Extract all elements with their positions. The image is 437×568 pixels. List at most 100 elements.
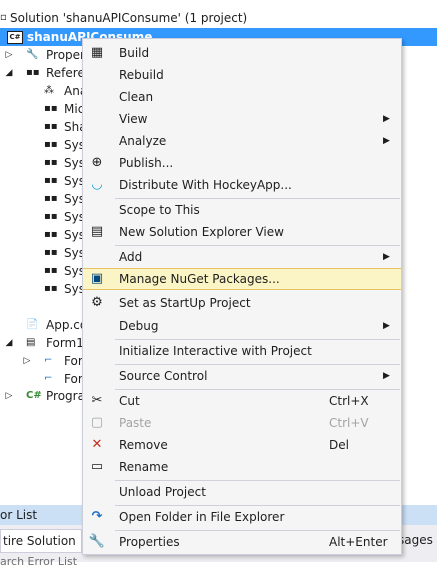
- analyzer-icon: ⁂: [44, 85, 54, 96]
- submenu-arrow-icon: ▶: [383, 371, 390, 381]
- submenu-arrow-icon: ▶: [383, 136, 390, 146]
- assembly-icon: ▪▪: [44, 175, 58, 186]
- assembly-icon: ▪▪: [44, 211, 58, 222]
- tree-reference-item[interactable]: ⁂ Ana: [0, 82, 87, 100]
- scope-filter-dropdown[interactable]: tire Solution: [0, 529, 82, 553]
- menu-item-label: Distribute With HockeyApp...: [119, 178, 292, 192]
- menu-item-label: Build: [119, 46, 150, 60]
- menu-item-distribute-hockeyapp[interactable]: ◡ Distribute With HockeyApp...: [83, 174, 401, 196]
- expand-arrow-icon[interactable]: ▷: [4, 46, 14, 64]
- tree-properties-row[interactable]: ▷ 🔧 Proper: [0, 46, 85, 64]
- tree-reference-item[interactable]: ▪▪ Sha: [0, 118, 87, 136]
- tree-program-row[interactable]: ▷ C# Progra: [0, 387, 85, 405]
- wrench-icon: 🔧: [88, 534, 106, 549]
- form1-child-label: For: [64, 354, 83, 368]
- menu-item-source-control[interactable]: Source Control ▶: [83, 365, 401, 387]
- solution-icon: ▫: [0, 12, 7, 23]
- form1-label: Form1: [46, 336, 84, 350]
- tree-reference-item[interactable]: ▪▪ Sys: [0, 136, 85, 154]
- menu-item-label: Clean: [119, 90, 154, 104]
- menu-item-new-solution-explorer-view[interactable]: ▤ New Solution Explorer View: [83, 221, 401, 243]
- menu-item-rebuild[interactable]: Rebuild: [83, 64, 401, 86]
- menu-item-open-folder[interactable]: ↷ Open Folder in File Explorer: [83, 506, 401, 528]
- menu-item-add[interactable]: Add ▶: [83, 246, 401, 268]
- collapse-arrow-icon[interactable]: ◢: [4, 334, 14, 352]
- remove-icon: ✕: [91, 437, 103, 452]
- expand-arrow-icon[interactable]: ▷: [4, 387, 14, 405]
- tree-reference-item[interactable]: ▪▪ Sys: [0, 226, 85, 244]
- tree-reference-item[interactable]: ▪▪ Sys: [0, 190, 85, 208]
- menu-item-build[interactable]: ▦ Build: [83, 42, 401, 64]
- menu-item-properties[interactable]: 🔧 Properties Alt+Enter: [83, 531, 401, 553]
- menu-item-label: Remove: [119, 438, 168, 452]
- paste-icon: ▢: [90, 415, 104, 430]
- tree-reference-item[interactable]: ▪▪ Sys: [0, 244, 85, 262]
- menu-item-remove[interactable]: ✕ Remove Del: [83, 434, 401, 456]
- menu-item-shortcut: Del: [329, 438, 349, 452]
- menu-item-label: Source Control: [119, 369, 208, 383]
- menu-item-set-startup[interactable]: ⚙ Set as StartUp Project: [83, 292, 401, 314]
- menu-item-clean[interactable]: Clean: [83, 86, 401, 108]
- program-label: Progra: [46, 389, 85, 403]
- wrench-icon: 🔧: [26, 49, 39, 60]
- project-context-menu: ▦ Build Rebuild Clean View ▶ Analyze ▶ ⊕…: [82, 38, 402, 555]
- tree-reference-item[interactable]: ▪▪ Sys: [0, 262, 85, 280]
- tree-reference-item[interactable]: ▪▪ Sys: [0, 172, 85, 190]
- collapse-arrow-icon[interactable]: ◢: [4, 64, 14, 82]
- tree-form1-child[interactable]: ⌐ For: [0, 370, 83, 388]
- submenu-arrow-icon: ▶: [383, 321, 390, 331]
- assembly-icon: ▪▪: [44, 121, 58, 132]
- tree-solution-row[interactable]: ▫ Solution 'shanuAPIConsume' (1 project): [0, 9, 437, 27]
- error-list-title: or List: [0, 508, 38, 522]
- assembly-icon: ▪▪: [44, 103, 58, 114]
- expand-arrow-icon[interactable]: ▷: [22, 352, 32, 370]
- form-icon: ▤: [26, 337, 36, 348]
- menu-item-label: New Solution Explorer View: [119, 225, 284, 239]
- tree-appconfig-row[interactable]: 📄 App.co: [0, 316, 87, 334]
- menu-item-label: Manage NuGet Packages...: [119, 272, 280, 286]
- menu-item-label: Unload Project: [119, 485, 206, 499]
- messages-filter-button[interactable]: sages: [398, 529, 433, 551]
- menu-item-shortcut: Ctrl+X: [329, 394, 369, 408]
- menu-item-cut[interactable]: ✂ Cut Ctrl+X: [83, 390, 401, 412]
- references-icon: ▪▪: [26, 67, 40, 78]
- hockeyapp-icon: ◡: [92, 177, 102, 192]
- tree-reference-item[interactable]: ▪▪ Mic: [0, 100, 84, 118]
- menu-item-label: Set as StartUp Project: [119, 296, 251, 310]
- menu-item-view[interactable]: View ▶: [83, 108, 401, 130]
- submenu-arrow-icon: ▶: [383, 252, 390, 262]
- assembly-icon: ▪▪: [44, 139, 58, 150]
- menu-item-debug[interactable]: Debug ▶: [83, 315, 401, 337]
- tree-reference-item[interactable]: ▪▪ Sys: [0, 280, 85, 298]
- menu-item-paste[interactable]: ▢ Paste Ctrl+V: [83, 412, 401, 434]
- menu-item-label: Scope to This: [119, 203, 200, 217]
- menu-item-label: Add: [119, 250, 143, 264]
- menu-item-label: Analyze: [119, 134, 167, 148]
- tree-reference-item[interactable]: ▪▪ Sys: [0, 208, 85, 226]
- menu-item-initialize-interactive[interactable]: Initialize Interactive with Project: [83, 340, 401, 362]
- menu-item-publish[interactable]: ⊕ Publish...: [83, 152, 401, 174]
- assembly-icon: ▪▪: [44, 265, 58, 276]
- assembly-icon: ▪▪: [44, 157, 58, 168]
- menu-item-label: Properties: [119, 535, 180, 549]
- csharp-file-icon: ⌐: [44, 355, 53, 366]
- cut-icon: ✂: [91, 393, 103, 408]
- menu-item-rename[interactable]: ▭ Rename: [83, 456, 401, 478]
- menu-item-analyze[interactable]: Analyze ▶: [83, 130, 401, 152]
- solution-label: Solution 'shanuAPIConsume' (1 project): [10, 11, 248, 25]
- nuget-icon: ▣: [90, 271, 104, 286]
- menu-item-scope-to-this[interactable]: Scope to This: [83, 199, 401, 221]
- menu-item-manage-nuget[interactable]: ▣ Manage NuGet Packages...: [83, 268, 401, 290]
- menu-item-label: Publish...: [119, 156, 174, 170]
- tree-form1-child[interactable]: ▷ ⌐ For: [0, 352, 83, 370]
- menu-item-label: Paste: [119, 416, 152, 430]
- error-list-search-input[interactable]: arch Error List: [0, 556, 77, 568]
- assembly-icon: ▪▪: [44, 193, 58, 204]
- config-file-icon: 📄: [26, 319, 39, 330]
- menu-item-unload-project[interactable]: Unload Project: [83, 481, 401, 503]
- tree-reference-item[interactable]: ▪▪ Sys: [0, 154, 85, 172]
- tree-references-row[interactable]: ◢ ▪▪ Referen: [0, 64, 93, 82]
- menu-item-shortcut: Ctrl+V: [329, 416, 369, 430]
- menu-item-label: Initialize Interactive with Project: [119, 344, 312, 358]
- tree-form1-row[interactable]: ◢ ▤ Form1: [0, 334, 84, 352]
